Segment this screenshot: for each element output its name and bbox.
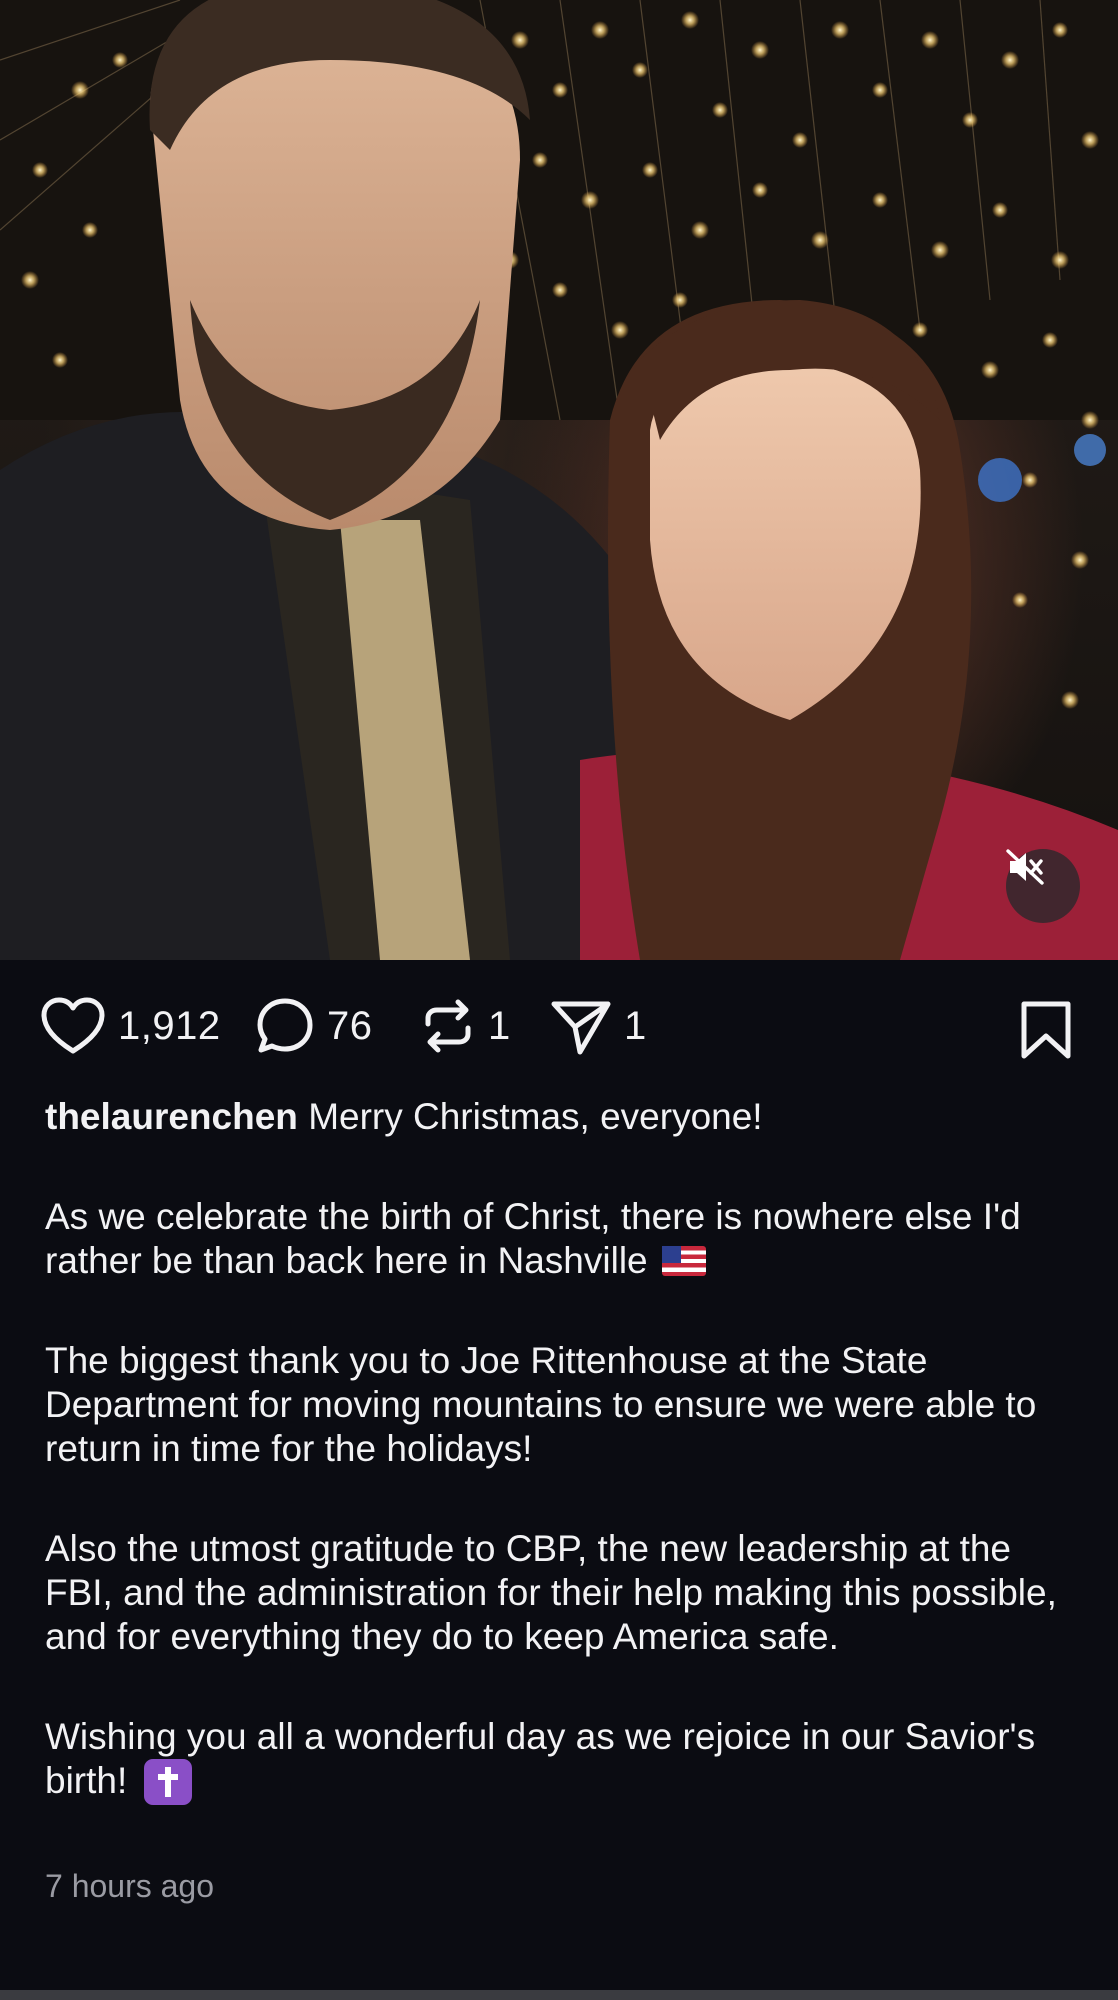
heart-icon [41, 997, 105, 1054]
mute-icon [1006, 849, 1044, 885]
share-button[interactable]: 1 [550, 990, 647, 1062]
repost-icon [425, 999, 471, 1053]
repost-button[interactable]: 1 [420, 990, 511, 1062]
comment-icon [257, 998, 313, 1053]
bottom-divider [0, 1990, 1118, 2000]
comment-button[interactable]: 76 [255, 990, 373, 1062]
share-count: 1 [624, 1003, 647, 1048]
post-caption: thelaurenchen Merry Christmas, everyone!… [45, 1095, 1075, 1805]
cross-icon [143, 1759, 192, 1805]
post-timestamp: 7 hours ago [45, 1868, 215, 1904]
post-photo[interactable] [0, 0, 1118, 960]
photo-illustration [0, 0, 1118, 960]
caption-paragraph: Also the utmost gratitude to CBP, the ne… [45, 1528, 1057, 1657]
caption-paragraph: Wishing you all a wonderful day as we re… [45, 1716, 1036, 1801]
caption-first-line: Merry Christmas, everyone! [308, 1096, 763, 1137]
us-flag-icon [661, 1246, 706, 1276]
caption-paragraph: As we celebrate the birth of Christ, the… [45, 1196, 1021, 1281]
comment-count: 76 [327, 1003, 373, 1048]
bookmark-icon [1021, 1001, 1071, 1059]
mute-button[interactable] [1006, 849, 1080, 923]
repost-count: 1 [488, 1003, 511, 1048]
caption-paragraph: The biggest thank you to Joe Rittenhouse… [45, 1340, 1037, 1469]
like-count: 1,912 [118, 1003, 221, 1048]
post-actions: 1,912 76 1 1 [0, 990, 1118, 1062]
username-link[interactable]: thelaurenchen [45, 1096, 298, 1137]
save-button[interactable] [1018, 1000, 1074, 1065]
like-button[interactable]: 1,912 [40, 990, 221, 1062]
send-icon [551, 1001, 611, 1055]
